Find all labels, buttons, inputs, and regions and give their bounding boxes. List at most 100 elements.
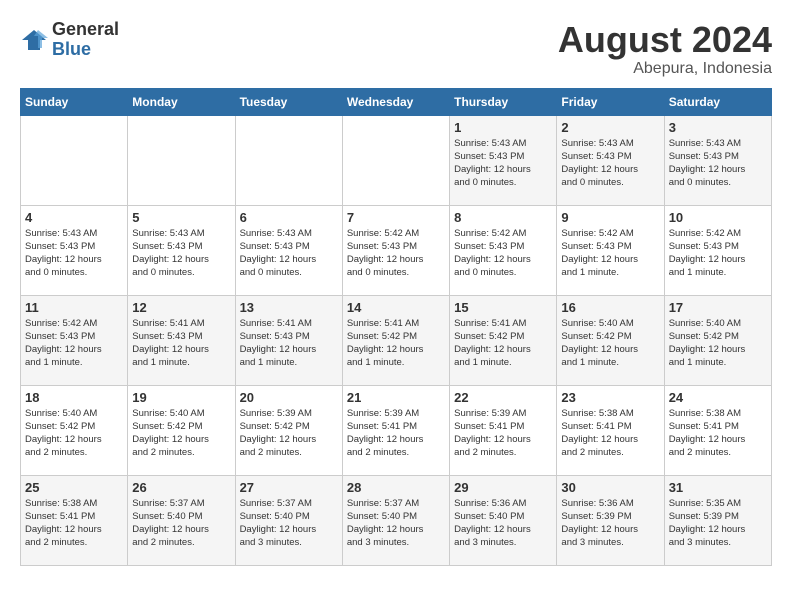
- day-number: 9: [561, 210, 659, 225]
- day-number: 19: [132, 390, 230, 405]
- calendar-cell: 7 Sunrise: 5:42 AMSunset: 5:43 PMDaylight…: [342, 205, 449, 295]
- day-number: 12: [132, 300, 230, 315]
- day-number: 7: [347, 210, 445, 225]
- day-info: Sunrise: 5:43 AMSunset: 5:43 PMDaylight:…: [561, 137, 659, 190]
- day-info: Sunrise: 5:42 AMSunset: 5:43 PMDaylight:…: [669, 227, 767, 280]
- day-info: Sunrise: 5:42 AMSunset: 5:43 PMDaylight:…: [561, 227, 659, 280]
- day-info: Sunrise: 5:38 AMSunset: 5:41 PMDaylight:…: [25, 497, 123, 550]
- month-title: August 2024: [558, 20, 772, 60]
- day-info: Sunrise: 5:41 AMSunset: 5:42 PMDaylight:…: [347, 317, 445, 370]
- day-info: Sunrise: 5:38 AMSunset: 5:41 PMDaylight:…: [561, 407, 659, 460]
- day-info: Sunrise: 5:39 AMSunset: 5:41 PMDaylight:…: [347, 407, 445, 460]
- day-info: Sunrise: 5:43 AMSunset: 5:43 PMDaylight:…: [132, 227, 230, 280]
- day-number: 24: [669, 390, 767, 405]
- day-number: 14: [347, 300, 445, 315]
- day-info: Sunrise: 5:38 AMSunset: 5:41 PMDaylight:…: [669, 407, 767, 460]
- calendar-cell: 19 Sunrise: 5:40 AMSunset: 5:42 PMDayligh…: [128, 385, 235, 475]
- day-info: Sunrise: 5:42 AMSunset: 5:43 PMDaylight:…: [347, 227, 445, 280]
- day-number: 29: [454, 480, 552, 495]
- day-info: Sunrise: 5:41 AMSunset: 5:43 PMDaylight:…: [132, 317, 230, 370]
- day-number: 1: [454, 120, 552, 135]
- calendar-cell: [21, 115, 128, 205]
- day-number: 3: [669, 120, 767, 135]
- calendar-cell: 31 Sunrise: 5:35 AMSunset: 5:39 PMDayligh…: [664, 475, 771, 565]
- day-info: Sunrise: 5:39 AMSunset: 5:41 PMDaylight:…: [454, 407, 552, 460]
- day-number: 21: [347, 390, 445, 405]
- weekday-header-friday: Friday: [557, 88, 664, 115]
- calendar-cell: 21 Sunrise: 5:39 AMSunset: 5:41 PMDayligh…: [342, 385, 449, 475]
- day-number: 18: [25, 390, 123, 405]
- calendar-cell: 26 Sunrise: 5:37 AMSunset: 5:40 PMDayligh…: [128, 475, 235, 565]
- day-number: 22: [454, 390, 552, 405]
- day-info: Sunrise: 5:35 AMSunset: 5:39 PMDaylight:…: [669, 497, 767, 550]
- day-info: Sunrise: 5:42 AMSunset: 5:43 PMDaylight:…: [454, 227, 552, 280]
- day-info: Sunrise: 5:37 AMSunset: 5:40 PMDaylight:…: [132, 497, 230, 550]
- calendar-header-row: SundayMondayTuesdayWednesdayThursdayFrid…: [21, 88, 772, 115]
- weekday-header-monday: Monday: [128, 88, 235, 115]
- logo-general: General: [52, 20, 119, 40]
- day-number: 16: [561, 300, 659, 315]
- calendar-cell: 24 Sunrise: 5:38 AMSunset: 5:41 PMDayligh…: [664, 385, 771, 475]
- calendar-cell: 29 Sunrise: 5:36 AMSunset: 5:40 PMDayligh…: [450, 475, 557, 565]
- weekday-header-sunday: Sunday: [21, 88, 128, 115]
- calendar-cell: 28 Sunrise: 5:37 AMSunset: 5:40 PMDayligh…: [342, 475, 449, 565]
- calendar-cell: 16Sunrise: 5:40 AMSunset: 5:42 PMDayligh…: [557, 295, 664, 385]
- calendar-cell: 8 Sunrise: 5:42 AMSunset: 5:43 PMDaylight…: [450, 205, 557, 295]
- weekday-header-tuesday: Tuesday: [235, 88, 342, 115]
- day-number: 27: [240, 480, 338, 495]
- calendar-cell: 18 Sunrise: 5:40 AMSunset: 5:42 PMDayligh…: [21, 385, 128, 475]
- day-number: 25: [25, 480, 123, 495]
- day-number: 26: [132, 480, 230, 495]
- day-number: 8: [454, 210, 552, 225]
- logo-icon: [20, 26, 48, 54]
- day-number: 4: [25, 210, 123, 225]
- calendar-week-3: 11 Sunrise: 5:42 AMSunset: 5:43 PMDayligh…: [21, 295, 772, 385]
- calendar-cell: 27 Sunrise: 5:37 AMSunset: 5:40 PMDayligh…: [235, 475, 342, 565]
- calendar-cell: 6Sunrise: 5:43 AMSunset: 5:43 PMDaylight…: [235, 205, 342, 295]
- day-number: 15: [454, 300, 552, 315]
- day-info: Sunrise: 5:37 AMSunset: 5:40 PMDaylight:…: [240, 497, 338, 550]
- location-subtitle: Abepura, Indonesia: [558, 60, 772, 78]
- page-header: General Blue August 2024 Abepura, Indone…: [20, 20, 772, 78]
- logo-blue: Blue: [52, 40, 119, 60]
- calendar-cell: 9 Sunrise: 5:42 AMSunset: 5:43 PMDaylight…: [557, 205, 664, 295]
- day-number: 6: [240, 210, 338, 225]
- calendar-cell: 25 Sunrise: 5:38 AMSunset: 5:41 PMDayligh…: [21, 475, 128, 565]
- day-info: Sunrise: 5:41 AMSunset: 5:42 PMDaylight:…: [454, 317, 552, 370]
- day-number: 2: [561, 120, 659, 135]
- day-number: 13: [240, 300, 338, 315]
- calendar-cell: 20Sunrise: 5:39 AMSunset: 5:42 PMDayligh…: [235, 385, 342, 475]
- day-number: 28: [347, 480, 445, 495]
- calendar-cell: 1 Sunrise: 5:43 AMSunset: 5:43 PMDaylight…: [450, 115, 557, 205]
- calendar-cell: 17 Sunrise: 5:40 AMSunset: 5:42 PMDayligh…: [664, 295, 771, 385]
- day-info: Sunrise: 5:36 AMSunset: 5:39 PMDaylight:…: [561, 497, 659, 550]
- day-info: Sunrise: 5:40 AMSunset: 5:42 PMDaylight:…: [25, 407, 123, 460]
- logo: General Blue: [20, 20, 119, 60]
- day-info: Sunrise: 5:42 AMSunset: 5:43 PMDaylight:…: [25, 317, 123, 370]
- calendar-cell: 12 Sunrise: 5:41 AMSunset: 5:43 PMDayligh…: [128, 295, 235, 385]
- day-info: Sunrise: 5:37 AMSunset: 5:40 PMDaylight:…: [347, 497, 445, 550]
- calendar-table: SundayMondayTuesdayWednesdayThursdayFrid…: [20, 88, 772, 566]
- day-number: 31: [669, 480, 767, 495]
- title-block: August 2024 Abepura, Indonesia: [558, 20, 772, 78]
- calendar-cell: 2 Sunrise: 5:43 AMSunset: 5:43 PMDaylight…: [557, 115, 664, 205]
- day-info: Sunrise: 5:41 AMSunset: 5:43 PMDaylight:…: [240, 317, 338, 370]
- day-info: Sunrise: 5:43 AMSunset: 5:43 PMDaylight:…: [454, 137, 552, 190]
- day-info: Sunrise: 5:36 AMSunset: 5:40 PMDaylight:…: [454, 497, 552, 550]
- calendar-week-4: 18 Sunrise: 5:40 AMSunset: 5:42 PMDayligh…: [21, 385, 772, 475]
- calendar-cell: 23Sunrise: 5:38 AMSunset: 5:41 PMDayligh…: [557, 385, 664, 475]
- day-number: 30: [561, 480, 659, 495]
- day-number: 17: [669, 300, 767, 315]
- calendar-cell: 13 Sunrise: 5:41 AMSunset: 5:43 PMDayligh…: [235, 295, 342, 385]
- weekday-header-wednesday: Wednesday: [342, 88, 449, 115]
- day-info: Sunrise: 5:40 AMSunset: 5:42 PMDaylight:…: [669, 317, 767, 370]
- calendar-cell: [342, 115, 449, 205]
- calendar-cell: [128, 115, 235, 205]
- day-info: Sunrise: 5:40 AMSunset: 5:42 PMDaylight:…: [132, 407, 230, 460]
- calendar-cell: 30 Sunrise: 5:36 AMSunset: 5:39 PMDayligh…: [557, 475, 664, 565]
- day-number: 5: [132, 210, 230, 225]
- weekday-header-thursday: Thursday: [450, 88, 557, 115]
- calendar-cell: 5 Sunrise: 5:43 AMSunset: 5:43 PMDaylight…: [128, 205, 235, 295]
- day-number: 11: [25, 300, 123, 315]
- weekday-header-saturday: Saturday: [664, 88, 771, 115]
